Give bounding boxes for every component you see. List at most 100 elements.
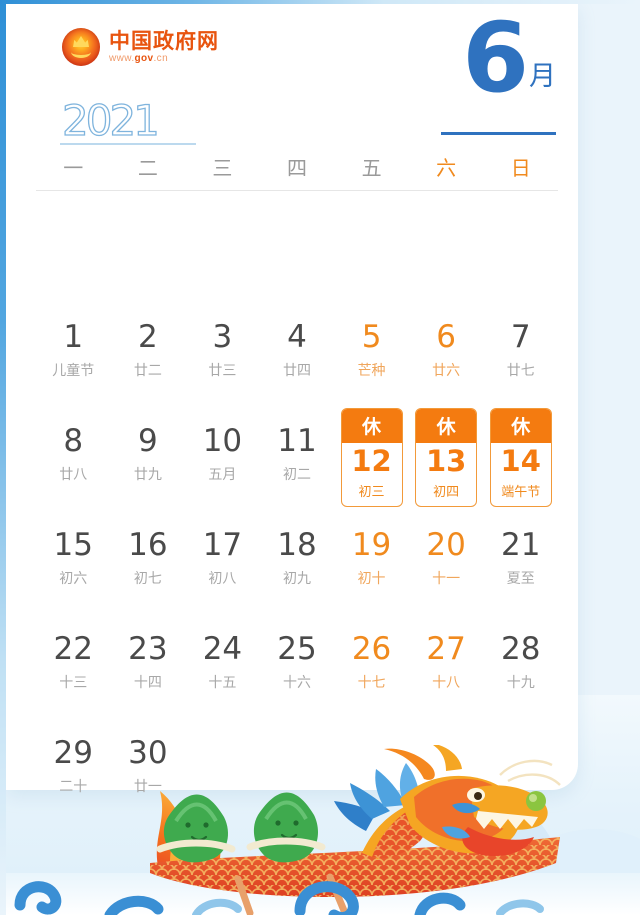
brand-url: www.gov.cn — [109, 53, 219, 64]
day-cell[interactable]: 10 五月 — [185, 412, 260, 516]
day-cell[interactable]: 休 12 初三 — [334, 408, 409, 516]
weekday-header-3: 四 — [286, 156, 307, 180]
day-number: 27 — [426, 631, 466, 667]
day-lunar-label: 十四 — [133, 675, 162, 691]
rest-day-box[interactable]: 休 14 端午节 — [489, 408, 552, 507]
rest-badge: 休 — [490, 409, 551, 443]
day-number: 23 — [128, 631, 168, 667]
day-cell[interactable]: 19 初十 — [334, 516, 409, 620]
day-cell[interactable]: 27 十八 — [409, 620, 484, 724]
day-number: 13 — [425, 444, 467, 478]
calendar-card: 中国政府网 www.gov.cn 6 月 2021 一二三四五六日 1 儿童节 2 廿… — [6, 2, 578, 795]
rest-badge: 休 — [341, 409, 402, 443]
day-lunar-label: 廿三 — [208, 363, 237, 379]
day-lunar-label: 廿八 — [59, 467, 88, 483]
day-cell[interactable]: 15 初六 — [36, 516, 111, 620]
header-divider — [36, 190, 558, 191]
day-cell[interactable]: 9 廿九 — [111, 412, 186, 516]
weekday-header-2: 三 — [212, 156, 233, 180]
day-cell[interactable]: 25 十六 — [260, 620, 335, 724]
day-cell[interactable]: 5 芒种 — [334, 308, 409, 412]
china-national-emblem-icon — [62, 28, 100, 66]
day-lunar-label: 初七 — [133, 571, 162, 587]
day-lunar-label: 初二 — [282, 467, 311, 483]
year-underline — [60, 143, 196, 145]
day-lunar-label: 初六 — [59, 571, 88, 587]
day-number: 4 — [287, 319, 307, 355]
day-number: 25 — [277, 631, 317, 667]
brand-url-prefix: www. — [109, 53, 135, 65]
day-number: 21 — [500, 527, 541, 563]
day-lunar-label: 十八 — [432, 675, 461, 691]
dragon-boat-illustration — [0, 743, 640, 915]
day-cell[interactable]: 休 14 端午节 — [483, 408, 558, 516]
day-lunar-label: 端午节 — [501, 485, 541, 500]
day-cell[interactable]: 24 十五 — [185, 620, 260, 724]
brand-text-block: 中国政府网 www.gov.cn — [109, 30, 219, 64]
day-number: 28 — [500, 631, 541, 667]
page-top-border — [0, 0, 640, 4]
day-cell[interactable]: 21 夏至 — [483, 516, 558, 620]
day-lunar-label: 廿七 — [506, 363, 535, 379]
day-lunar-label: 廿二 — [133, 363, 162, 379]
day-number: 7 — [510, 319, 531, 355]
day-number: 10 — [202, 423, 243, 459]
day-number: 2 — [137, 319, 158, 355]
weekday-header-5: 六 — [436, 156, 457, 180]
day-lunar-label: 廿六 — [432, 363, 461, 379]
day-lunar-label: 十五 — [208, 675, 237, 691]
day-number: 9 — [137, 423, 158, 459]
page-left-border — [0, 0, 6, 915]
day-lunar-label: 廿四 — [282, 363, 311, 379]
day-cell[interactable]: 7 廿七 — [483, 308, 558, 412]
weekday-header-6: 日 — [510, 156, 531, 180]
day-cell[interactable]: 3 廿三 — [185, 308, 260, 412]
day-number: 17 — [202, 527, 243, 563]
day-lunar-label: 初八 — [208, 571, 237, 587]
day-lunar-label: 十一 — [432, 571, 461, 587]
day-lunar-label: 十七 — [357, 675, 386, 691]
day-cell[interactable]: 22 十三 — [36, 620, 111, 724]
day-lunar-label: 十三 — [59, 675, 88, 691]
day-cell[interactable]: 17 初八 — [185, 516, 260, 620]
calendar-page: 中国政府网 www.gov.cn 6 月 2021 一二三四五六日 1 儿童节 2 廿… — [0, 0, 640, 915]
month-number: 6 — [462, 2, 529, 114]
rest-day-box[interactable]: 休 13 初四 — [415, 408, 478, 507]
day-cell[interactable]: 18 初九 — [260, 516, 335, 620]
day-lunar-label: 儿童节 — [52, 363, 95, 379]
day-cell[interactable]: 2 廿二 — [111, 308, 186, 412]
day-number: 15 — [53, 527, 93, 563]
rest-day-box[interactable]: 休 12 初三 — [340, 408, 403, 507]
day-number: 5 — [361, 319, 382, 355]
day-cell[interactable]: 23 十四 — [111, 620, 186, 724]
day-cell[interactable]: 8 廿八 — [36, 412, 111, 516]
brand-url-domain: gov — [134, 53, 154, 65]
day-cell[interactable]: 26 十七 — [334, 620, 409, 724]
day-cell[interactable]: 1 儿童节 — [36, 308, 111, 412]
weekday-header-1: 二 — [137, 156, 158, 180]
year-label: 2021 — [61, 96, 160, 145]
day-number: 11 — [277, 423, 317, 459]
day-cell[interactable]: 4 廿四 — [260, 308, 335, 412]
day-cell[interactable]: 11 初二 — [260, 412, 335, 516]
day-lunar-label: 初十 — [357, 571, 386, 587]
site-brand[interactable]: 中国政府网 www.gov.cn — [62, 28, 219, 66]
day-number: 22 — [53, 631, 93, 667]
day-cell[interactable]: 6 廿六 — [409, 308, 484, 412]
day-lunar-label: 十九 — [506, 675, 535, 691]
calendar-grid: 1 儿童节 2 廿二 3 廿三 4 廿四 5 芒种 6 廿六 7 廿七 8 廿八 9 廿九 10 五月 11 初二 休 12 初… — [36, 204, 558, 828]
day-lunar-label: 初三 — [358, 485, 385, 500]
day-cell[interactable]: 休 13 初四 — [409, 408, 484, 516]
weekday-header-row: 一二三四五六日 — [36, 152, 558, 181]
day-number: 16 — [128, 527, 168, 563]
day-number: 1 — [63, 319, 84, 355]
day-number: 19 — [351, 527, 392, 563]
day-cell[interactable]: 28 十九 — [483, 620, 558, 724]
day-number: 24 — [202, 631, 243, 667]
day-cell[interactable]: 20 十一 — [409, 516, 484, 620]
rest-badge: 休 — [416, 409, 477, 443]
month-char: 月 — [529, 60, 556, 92]
day-lunar-label: 五月 — [208, 467, 237, 483]
day-lunar-label: 初九 — [282, 571, 311, 587]
day-cell[interactable]: 16 初七 — [111, 516, 186, 620]
